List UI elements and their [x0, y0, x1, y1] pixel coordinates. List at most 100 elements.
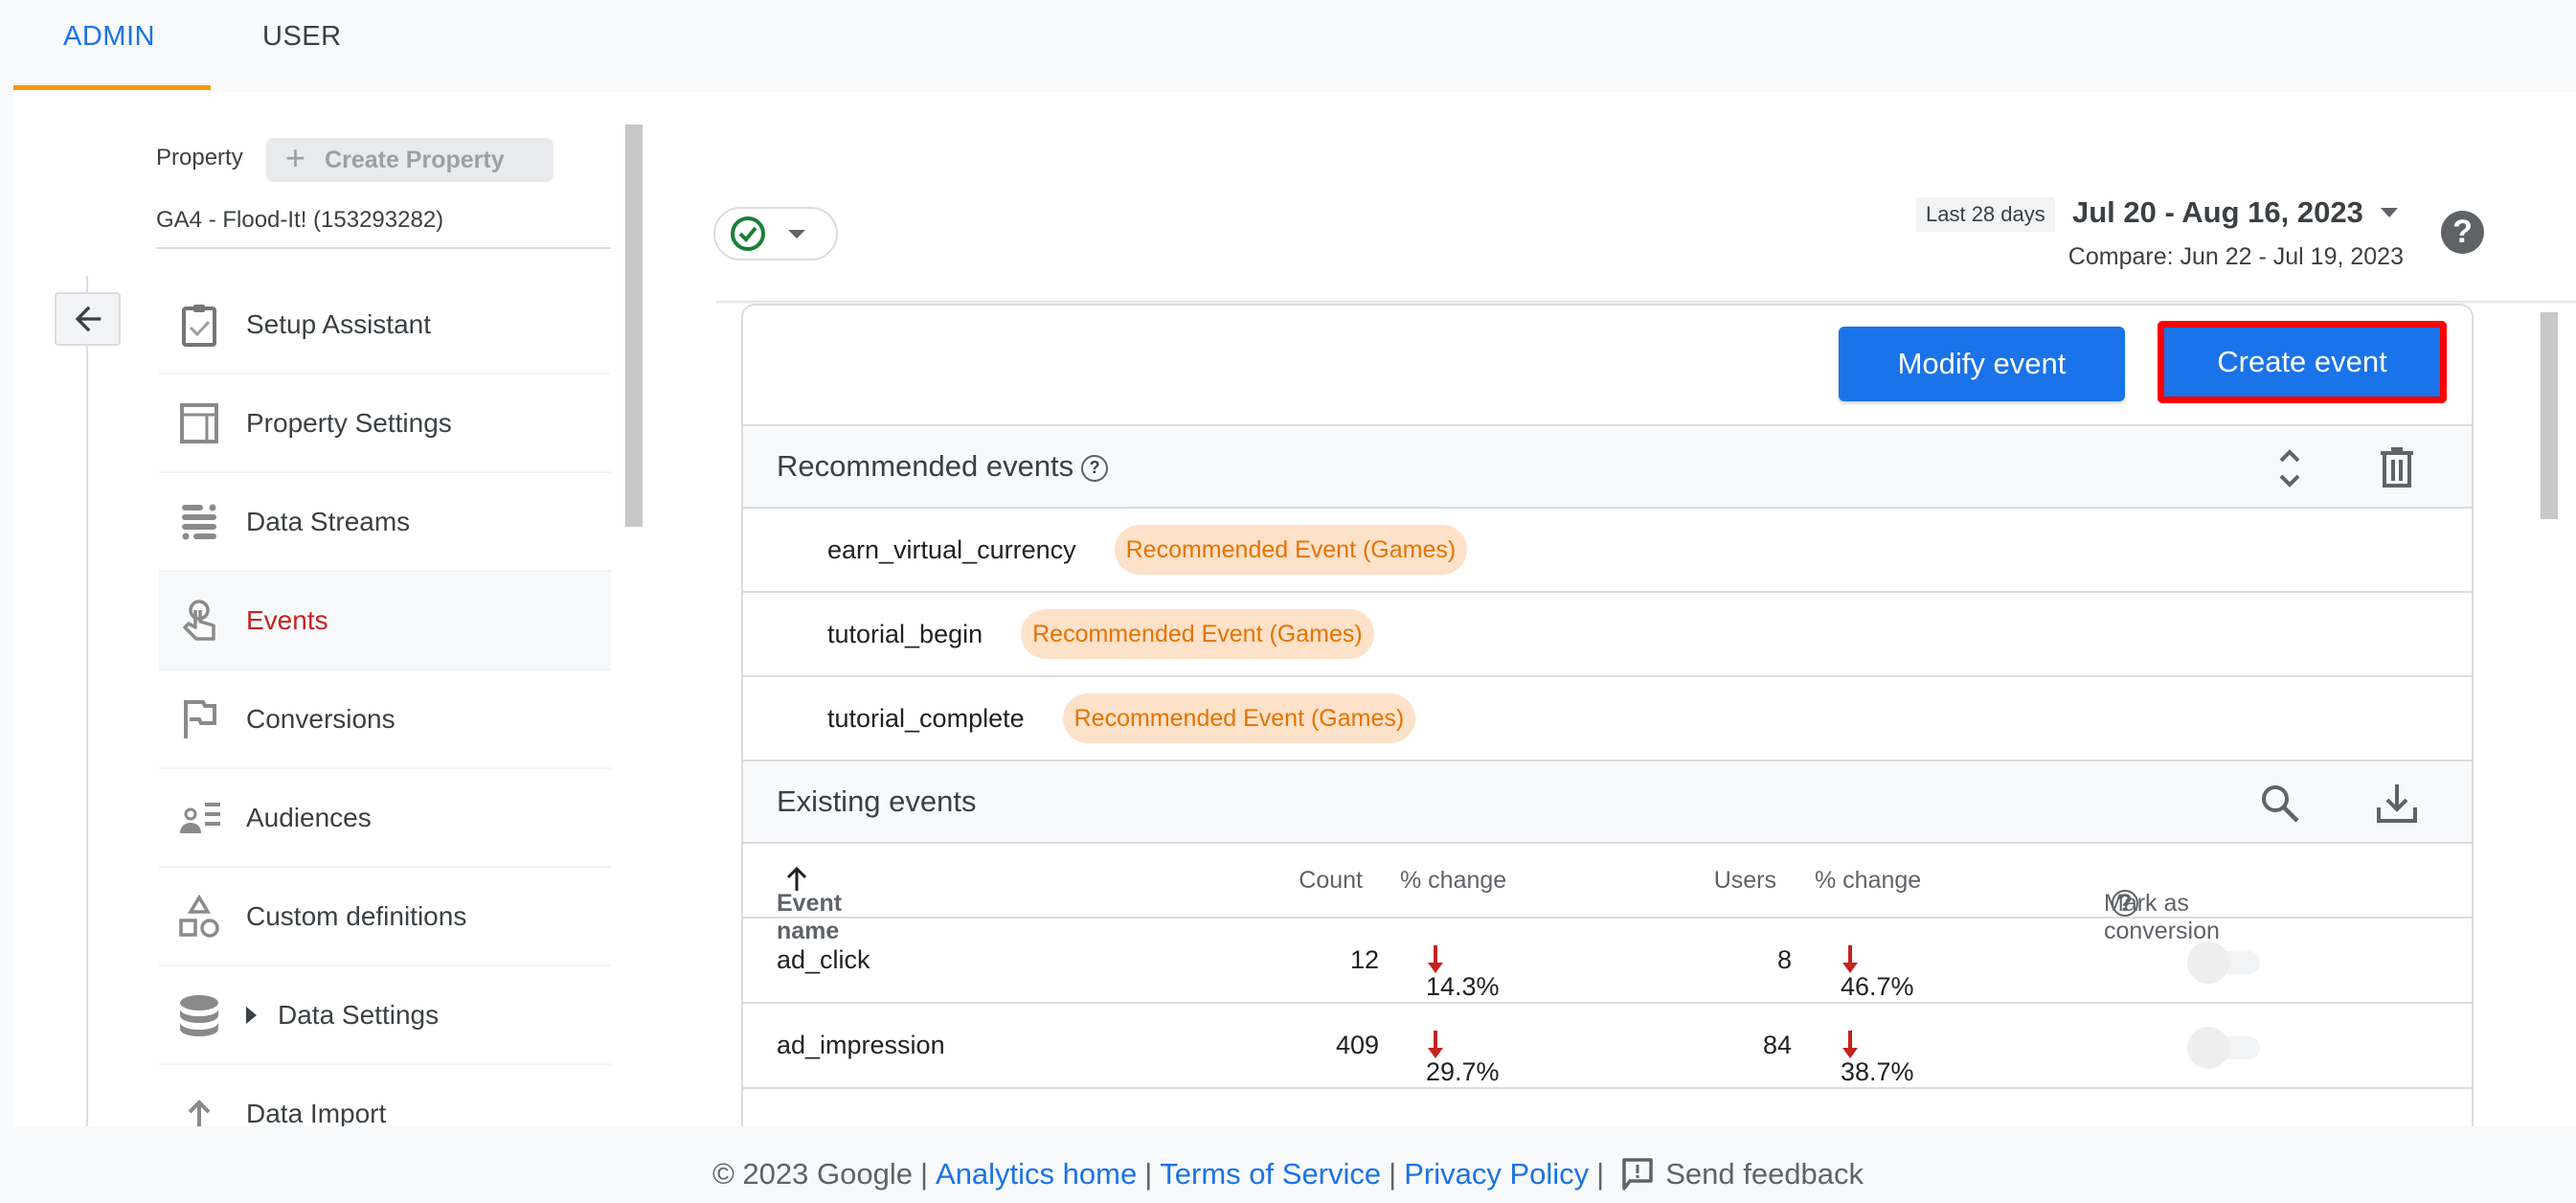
users-cell: 8 [1776, 945, 1792, 974]
users-change-cell: 38.7% [1841, 1031, 1914, 1086]
property-name[interactable]: GA4 - Flood-It! (153293282) [156, 207, 443, 234]
count-change-cell: 14.3% [1426, 945, 1500, 1001]
event-name: tutorial_begin [827, 619, 983, 648]
column-count-change[interactable]: % change [1400, 867, 1506, 895]
count-cell: 409 [1335, 1031, 1379, 1059]
active-tab-indicator [13, 85, 211, 90]
sidebar-item-events[interactable]: Events [159, 572, 611, 670]
privacy-policy-link[interactable]: Privacy Policy [1404, 1157, 1589, 1192]
event-name-cell[interactable]: ad_click [777, 945, 870, 975]
compare-range: Compare: Jun 22 - Jul 19, 2023 [2068, 243, 2404, 270]
touch-icon [177, 599, 221, 643]
status-dropdown[interactable] [713, 207, 838, 261]
arrow-down-icon [1842, 1031, 1858, 1058]
toggle-knob [2187, 942, 2229, 984]
arrow-down-icon [1842, 945, 1858, 973]
search-icon[interactable] [2257, 781, 2303, 827]
help-icon[interactable]: ? [2112, 890, 2138, 917]
arrow-down-icon [1428, 945, 1443, 973]
analytics-home-link[interactable]: Analytics home [936, 1157, 1137, 1192]
delete-icon[interactable] [2374, 445, 2420, 491]
recommended-event-row[interactable]: tutorial_complete Recommended Event (Gam… [743, 677, 2472, 761]
sidebar-item-label: Custom definitions [246, 900, 467, 931]
tab-user[interactable]: USER [262, 21, 342, 53]
recommended-event-row[interactable]: earn_virtual_currency Recommended Event … [743, 509, 2472, 593]
mark-conversion-toggle[interactable] [2187, 942, 2264, 984]
help-icon[interactable]: ? [1081, 454, 1109, 482]
chevron-down-icon [788, 229, 805, 238]
date-range-picker[interactable]: Jul 20 - Aug 16, 2023 [2072, 195, 2398, 230]
column-users[interactable]: Users [1691, 867, 1776, 895]
sidebar-item-label: Data Settings [278, 999, 440, 1030]
column-event-name[interactable]: Event name [777, 867, 842, 944]
send-feedback-button[interactable]: Send feedback [1621, 1157, 1864, 1192]
events-table-header: Event name Count % change Users % change… [743, 844, 2472, 944]
footer: © 2023 Google | Analytics home | Terms o… [0, 1126, 2576, 1203]
separator: | [1596, 1157, 1605, 1191]
shapes-icon [177, 894, 221, 939]
table-row[interactable]: ad_click 12 14.3% 8 46.7% [743, 919, 2472, 1004]
expand-caret-icon[interactable] [246, 1006, 257, 1024]
flag-icon [177, 697, 221, 741]
main-scrollbar[interactable] [2541, 312, 2558, 519]
recommended-badge: Recommended Event (Games) [1062, 693, 1416, 743]
property-label: Property [156, 145, 243, 170]
event-name: earn_virtual_currency [827, 534, 1076, 564]
modify-event-button[interactable]: Modify event [1839, 327, 2125, 401]
recommended-events-title: Recommended events? [777, 449, 1109, 484]
arrow-back-icon [75, 306, 101, 332]
property-divider [156, 247, 611, 249]
create-property-button[interactable]: + Create Property [266, 138, 554, 182]
existing-events-title: Existing events [777, 784, 977, 818]
plus-icon: + [285, 138, 306, 177]
sidebar-item-audiences[interactable]: Audiences [159, 769, 611, 868]
arrow-down-icon [1428, 1031, 1443, 1058]
recommended-badge: Recommended Event (Games) [1021, 609, 1374, 659]
clipboard-check-icon [177, 303, 221, 347]
back-button[interactable] [55, 292, 121, 346]
sidebar-item-data-streams[interactable]: Data Streams [159, 473, 611, 572]
copyright: © 2023 Google [712, 1157, 913, 1191]
sidebar-item-label: Property Settings [246, 407, 452, 438]
sidebar-item-label: Audiences [246, 802, 372, 832]
table-row[interactable]: ad_impression 409 29.7% 84 38.7% [743, 1004, 2472, 1089]
sidebar-item-conversions[interactable]: Conversions [159, 670, 611, 769]
create-event-button[interactable]: Create event [2158, 321, 2447, 403]
help-icon[interactable]: ? [2441, 211, 2484, 254]
event-name-cell[interactable]: ad_impression [777, 1031, 945, 1060]
sidebar-scrollbar[interactable] [625, 125, 643, 527]
separator: | [1389, 1157, 1397, 1191]
count-cell: 12 [1349, 945, 1379, 974]
sort-ascending-icon [786, 867, 807, 891]
sidebar-item-label: Data Streams [246, 506, 411, 536]
expand-collapse-icon[interactable] [2267, 445, 2313, 491]
recommended-badge: Recommended Event (Games) [1114, 525, 1468, 575]
nav-rail-line [86, 276, 88, 1126]
sidebar-item-property-settings[interactable]: Property Settings [159, 375, 611, 473]
sidebar-item-custom-definitions[interactable]: Custom definitions [159, 868, 611, 966]
column-users-change[interactable]: % change [1815, 867, 1921, 895]
sidebar-item-label: Conversions [246, 703, 395, 734]
chevron-down-icon [2380, 208, 2398, 217]
audience-icon [177, 796, 221, 840]
property-layout-icon [177, 401, 221, 445]
terms-of-service-link[interactable]: Terms of Service [1160, 1157, 1381, 1192]
recommended-event-row[interactable]: tutorial_begin Recommended Event (Games) [743, 593, 2472, 677]
create-property-label: Create Property [325, 146, 505, 173]
tab-admin[interactable]: ADMIN [63, 21, 155, 53]
check-circle-icon [731, 216, 765, 251]
date-range-text: Jul 20 - Aug 16, 2023 [2072, 195, 2363, 229]
toggle-knob [2187, 1027, 2229, 1069]
sidebar-item-data-settings[interactable]: Data Settings [159, 966, 611, 1065]
mark-conversion-toggle[interactable] [2187, 1027, 2264, 1069]
users-change-cell: 46.7% [1841, 945, 1914, 1001]
sidebar-item-label: Setup Assistant [246, 308, 432, 339]
sidebar-item-label: Events [246, 604, 328, 635]
admin-tab-bar: ADMIN USER [0, 0, 2576, 92]
sidebar-item-setup-assistant[interactable]: Setup Assistant [159, 276, 611, 375]
feedback-icon [1622, 1158, 1653, 1191]
events-card: Modify event Create event Recommended ev… [741, 304, 2474, 1127]
existing-events-header: Existing events [743, 760, 2472, 844]
download-icon[interactable] [2374, 781, 2420, 827]
column-count[interactable]: Count [1279, 867, 1363, 895]
